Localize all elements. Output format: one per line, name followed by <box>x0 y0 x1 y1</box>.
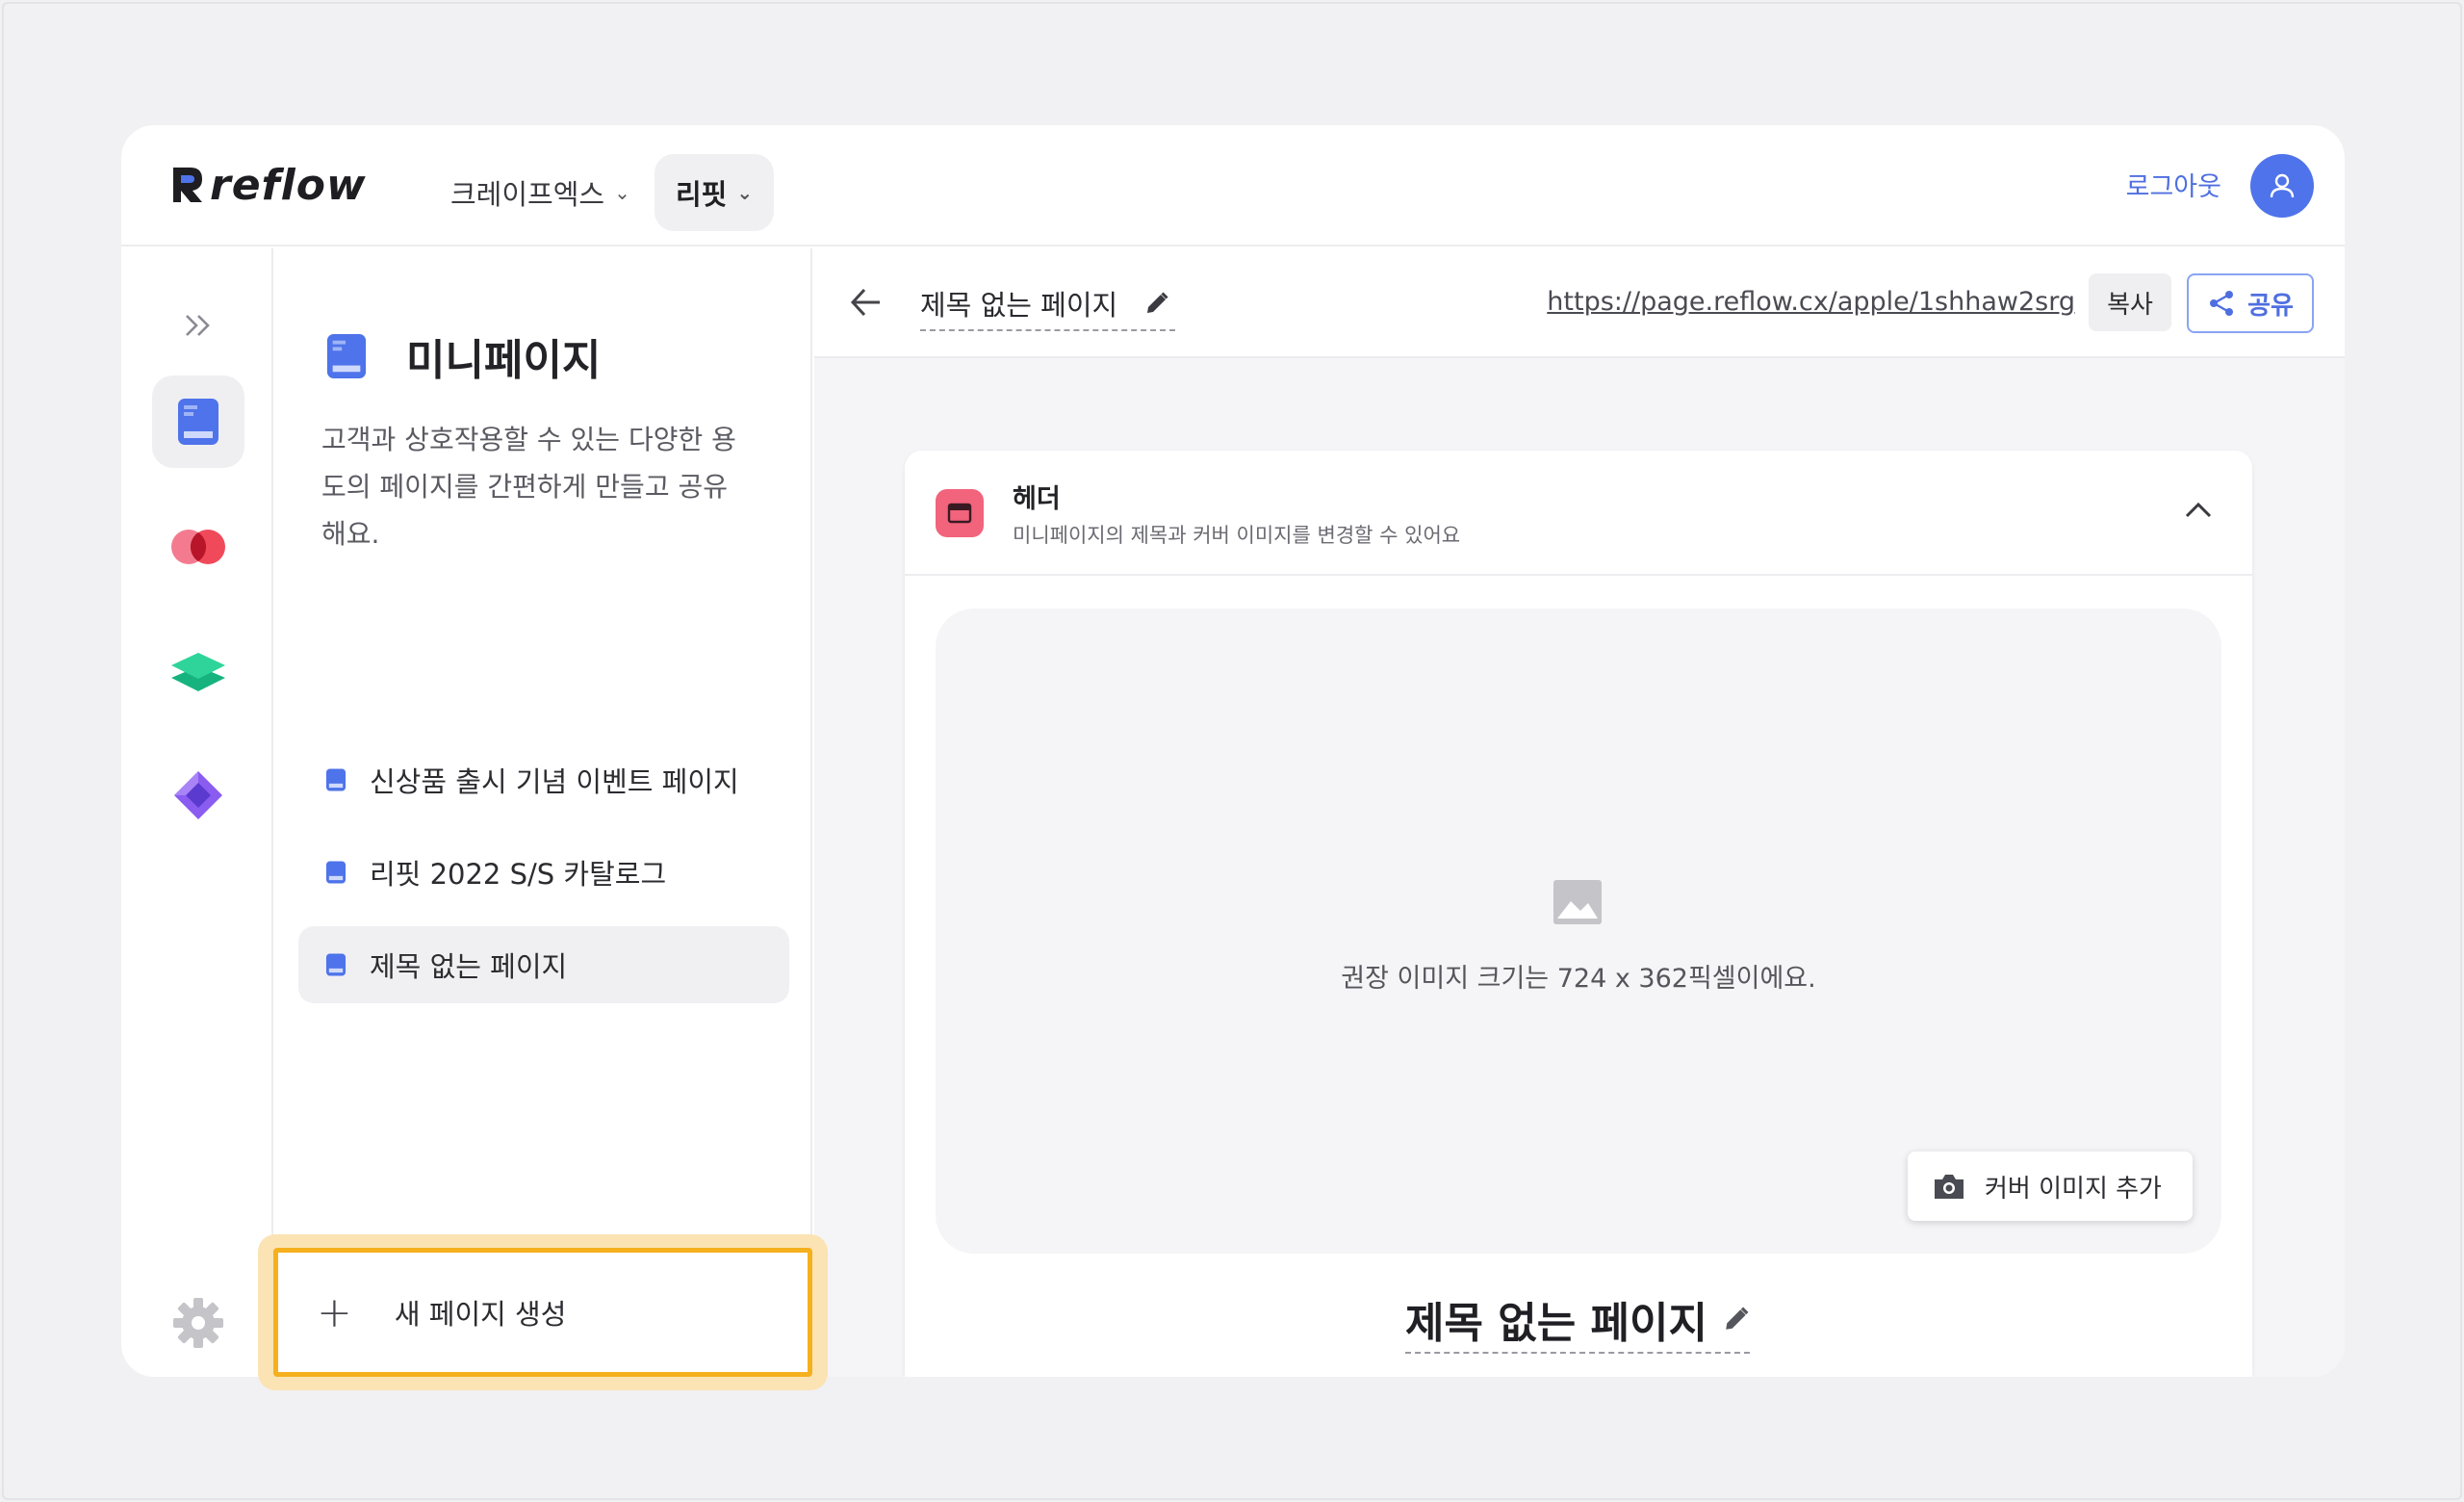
diamond-icon <box>174 771 222 819</box>
new-page-button[interactable]: + 새 페이지 생성 <box>273 1248 812 1377</box>
brand-name: reflow <box>210 160 367 210</box>
page-name-editor[interactable]: 제목 없는 페이지 <box>920 277 1176 331</box>
brand-switch-name: 리핏 <box>676 178 728 211</box>
settings-button[interactable] <box>152 1277 244 1369</box>
header-section-subtitle: 미니페이지의 제목과 커버 이미지를 변경할 수 있어요 <box>1013 524 1461 547</box>
header-section-icon <box>936 489 984 537</box>
add-cover-label: 커버 이미지 추가 <box>1985 1174 2162 1204</box>
reflow-logo-icon <box>173 168 202 202</box>
rail-item-minipage[interactable] <box>152 376 244 468</box>
pencil-icon <box>1147 292 1168 313</box>
page-icon <box>325 953 346 976</box>
page-list-item[interactable]: 신상품 출시 기념 이벤트 페이지 <box>298 741 789 818</box>
share-button[interactable]: 공유 <box>2187 273 2314 333</box>
page-icon <box>325 768 346 791</box>
header-section-head[interactable]: 헤더 미니페이지의 제목과 커버 이미지를 변경할 수 있어요 <box>905 451 2252 576</box>
panel-header: 미니페이지 <box>325 325 601 387</box>
page-heading-editor[interactable]: 제목 없는 페이지 <box>1405 1286 1750 1354</box>
expand-sidebar-button[interactable] <box>152 279 244 372</box>
window-icon <box>947 503 972 524</box>
header-section-card: 헤더 미니페이지의 제목과 커버 이미지를 변경할 수 있어요 권장 이미지 크… <box>905 451 2252 1377</box>
circles-icon <box>171 530 225 564</box>
chevron-down-icon: ⌄ <box>614 181 630 204</box>
logout-button[interactable]: 로그아웃 <box>2126 166 2221 203</box>
panel-description: 고객과 상호작용할 수 있는 다양한 용도의 페이지를 간편하게 만들고 공유해… <box>321 424 736 550</box>
editor-area: 제목 없는 페이지 https://page.reflow.cx/apple/1… <box>814 248 2345 1377</box>
cover-image-dropzone[interactable]: 권장 이미지 크기는 724 x 362픽셀이에요. 커버 이미지 추가 <box>936 609 2221 1254</box>
page-list-item-selected[interactable]: 제목 없는 페이지 <box>298 926 789 1003</box>
top-bar: reflow 크레이프엑스 ⌄ 리핏 ⌄ 로그아웃 <box>121 125 2345 246</box>
gear-icon <box>173 1298 223 1348</box>
minipage-icon <box>326 334 367 378</box>
app-window: reflow 크레이프엑스 ⌄ 리핏 ⌄ 로그아웃 미니페이지 고객과 상호작용… <box>121 125 2345 1377</box>
cover-size-hint: 권장 이미지 크기는 724 x 362픽셀이에요. <box>1341 964 1816 994</box>
icon-rail <box>121 248 273 1377</box>
back-button[interactable] <box>847 283 886 325</box>
camera-icon <box>1935 1175 1964 1199</box>
chevron-up-icon <box>2185 502 2212 518</box>
collapse-button[interactable] <box>2183 499 2214 524</box>
workspace-switcher[interactable]: 크레이프엑스 ⌄ <box>429 154 652 231</box>
page-list-item[interactable]: 리핏 2022 S/S 카탈로그 <box>298 834 789 911</box>
page-list-item-label: 리핏 2022 S/S 카탈로그 <box>370 858 667 891</box>
editor-toolbar: 제목 없는 페이지 https://page.reflow.cx/apple/1… <box>814 248 2345 358</box>
pencil-icon <box>1726 1307 1749 1330</box>
minipage-icon <box>178 399 218 445</box>
page-heading: 제목 없는 페이지 <box>1405 1299 1707 1348</box>
workspace-name: 크레이프엑스 <box>450 178 605 211</box>
chevron-down-icon: ⌄ <box>736 181 754 204</box>
panel-title: 미니페이지 <box>406 336 602 385</box>
brand-logo[interactable]: reflow <box>171 158 367 212</box>
add-cover-image-button[interactable]: 커버 이미지 추가 <box>1908 1152 2193 1221</box>
rail-item-campaign[interactable] <box>152 501 244 593</box>
page-url-link[interactable]: https://page.reflow.cx/apple/1shhaw2srg <box>1547 287 2075 317</box>
plus-icon: + <box>317 1287 352 1337</box>
user-icon <box>2270 173 2295 198</box>
page-list-item-label: 신상품 출시 기념 이벤트 페이지 <box>370 765 739 798</box>
expand-icon <box>186 315 210 336</box>
share-label: 공유 <box>2247 291 2294 321</box>
layers-icon <box>171 653 225 691</box>
arrow-left-icon <box>850 288 880 317</box>
minipage-panel: 미니페이지 고객과 상호작용할 수 있는 다양한 용도의 페이지를 간편하게 만… <box>275 248 812 1377</box>
rail-item-layers[interactable] <box>152 626 244 718</box>
image-icon <box>1553 880 1602 924</box>
brand-switcher[interactable]: 리핏 ⌄ <box>654 154 775 231</box>
header-section-title: 헤더 <box>1013 484 1061 514</box>
page-name: 제목 없는 페이지 <box>920 289 1118 322</box>
page-list-item-label: 제목 없는 페이지 <box>370 950 568 983</box>
copy-url-button[interactable]: 복사 <box>2089 273 2171 331</box>
page-icon <box>325 861 346 884</box>
new-page-label: 새 페이지 생성 <box>394 1298 567 1331</box>
rail-item-diamond[interactable] <box>152 749 244 842</box>
avatar[interactable] <box>2250 154 2314 218</box>
share-icon <box>2210 291 2234 316</box>
